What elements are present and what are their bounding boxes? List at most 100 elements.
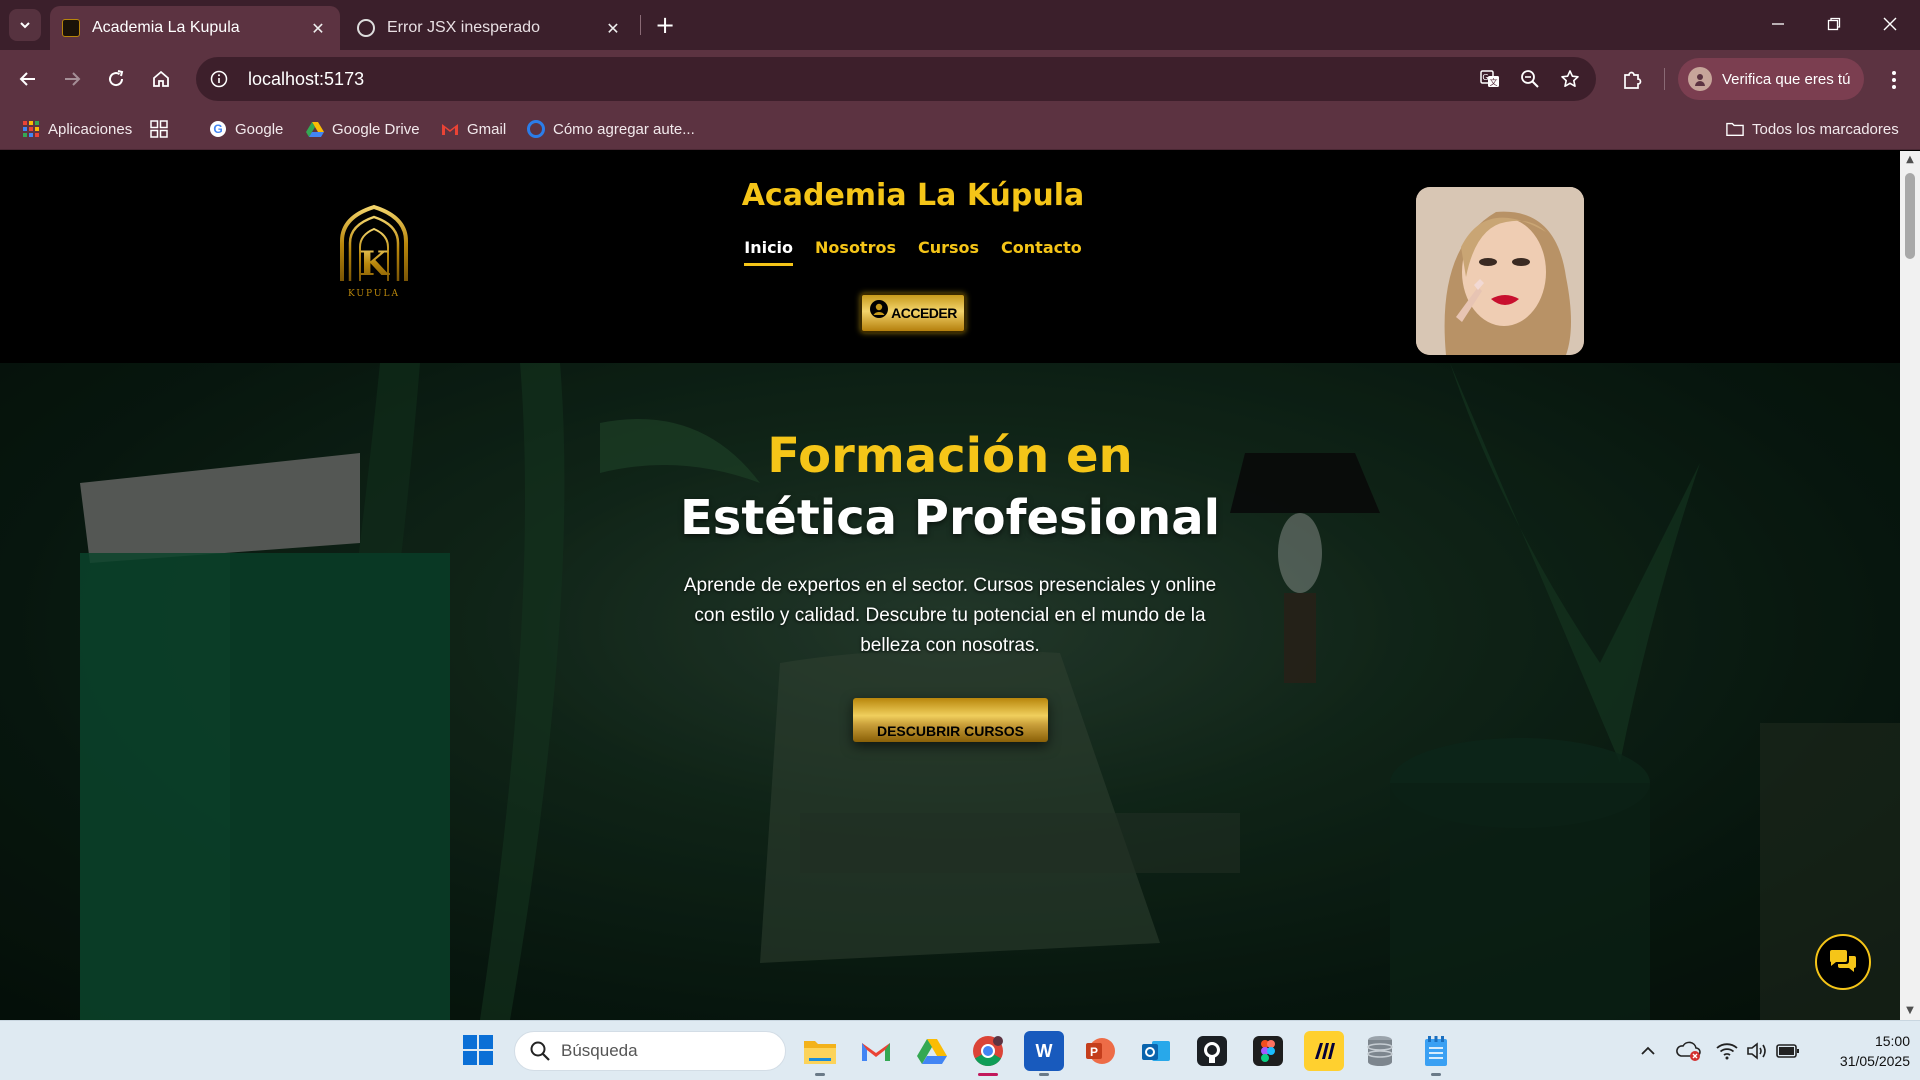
profile-avatar	[1688, 67, 1712, 91]
powerpoint-icon: P	[1086, 1038, 1115, 1064]
forward-button[interactable]	[54, 61, 90, 97]
svg-text:G: G	[1482, 73, 1488, 82]
bookmark-label: Gmail	[467, 120, 507, 138]
svg-text:G: G	[213, 122, 222, 136]
running-indicator	[978, 1073, 998, 1076]
tab-search-button[interactable]	[9, 9, 41, 41]
taskbar-chrome[interactable]	[968, 1031, 1008, 1076]
show-hidden-icons-button[interactable]	[1636, 1037, 1660, 1065]
onedrive-status[interactable]	[1674, 1037, 1704, 1065]
apps-grid-icon	[22, 120, 40, 138]
nav-link-inicio[interactable]: Inicio	[744, 238, 794, 266]
bookmark-google-drive[interactable]: Google Drive	[306, 116, 420, 142]
file-explorer-icon	[804, 1041, 836, 1064]
user-circle-icon	[870, 300, 889, 318]
back-button[interactable]	[10, 61, 46, 97]
nav-link-contacto[interactable]: Contacto	[1001, 238, 1082, 266]
scroll-up-icon[interactable]: ▲	[1905, 155, 1915, 165]
edge-icon	[527, 120, 545, 138]
notepad-icon	[1425, 1036, 1447, 1066]
word-icon: W	[1035, 1040, 1053, 1061]
zoom-button[interactable]	[1510, 59, 1550, 99]
page-scrollbar[interactable]: ▲ ▼	[1900, 151, 1920, 1020]
url-text[interactable]: localhost:5173	[248, 69, 1470, 90]
gmail-icon	[862, 1043, 890, 1061]
hero-section: Formación en Estética Profesional Aprend…	[0, 363, 1900, 1020]
taskbar-outlook[interactable]	[1136, 1031, 1176, 1071]
browser-menu-button[interactable]	[1876, 62, 1912, 98]
bookmark-como-agregar[interactable]: Cómo agregar aute...	[527, 116, 695, 142]
browser-tab-bar: Academia La Kupula ✕ Error JSX inesperad…	[0, 0, 1920, 50]
taskbar-google-drive[interactable]	[912, 1031, 952, 1071]
bookmarks-bar: Aplicaciones G Google Google Drive Gmail…	[0, 108, 1920, 246]
battery-charging-icon	[1776, 1044, 1799, 1058]
hero-title-line2: Estética Profesional	[679, 490, 1221, 546]
outlook-icon	[1142, 1041, 1170, 1061]
gmail-icon	[441, 120, 459, 138]
star-icon	[1561, 70, 1579, 87]
chat-bubbles-icon	[1830, 950, 1856, 972]
address-bar[interactable]: localhost:5173 文G	[196, 57, 1596, 101]
user-silhouette-icon	[1695, 74, 1705, 86]
nav-link-nosotros[interactable]: Nosotros	[815, 238, 896, 266]
wifi-status[interactable]	[1714, 1037, 1740, 1065]
close-icon	[1883, 17, 1897, 31]
all-bookmarks-button[interactable]: Todos los marcadores	[1726, 116, 1899, 142]
chat-button[interactable]	[1815, 934, 1871, 990]
new-tab-button[interactable]: +	[650, 10, 680, 40]
bookmark-gmail[interactable]: Gmail	[441, 116, 506, 142]
taskbar-database[interactable]	[1360, 1031, 1400, 1071]
close-window-button[interactable]	[1862, 0, 1918, 48]
bookmark-tab-groups[interactable]	[150, 116, 176, 142]
minimize-icon	[1772, 23, 1784, 25]
scrollbar-thumb[interactable]	[1905, 173, 1915, 259]
extensions-button[interactable]	[1614, 62, 1650, 98]
bookmark-google[interactable]: G Google	[209, 116, 283, 142]
all-bookmarks-label: Todos los marcadores	[1752, 120, 1899, 138]
taskbar-gmail[interactable]	[856, 1031, 896, 1071]
reload-button[interactable]	[98, 61, 134, 97]
taskbar-file-explorer[interactable]	[800, 1031, 840, 1076]
hero-title: Formación en Estética Profesional	[0, 425, 1900, 549]
taskbar-clock[interactable]: 15:00 31/05/2025	[1810, 1031, 1910, 1071]
clock-time: 15:00	[1874, 1033, 1910, 1049]
battery-status[interactable]	[1774, 1037, 1802, 1065]
scroll-down-icon[interactable]: ▼	[1905, 1006, 1915, 1016]
nav-link-cursos[interactable]: Cursos	[918, 238, 979, 266]
folder-icon	[1726, 120, 1744, 138]
portrait-image	[1416, 187, 1584, 355]
minimize-button[interactable]	[1750, 0, 1806, 48]
translate-button[interactable]: 文G	[1470, 59, 1510, 99]
running-indicator	[1431, 1073, 1441, 1076]
close-tab-icon[interactable]: ✕	[603, 18, 623, 38]
translate-icon: 文G	[1480, 70, 1499, 87]
wifi-icon	[1716, 1043, 1738, 1060]
tab-academia[interactable]: Academia La Kupula ✕	[50, 6, 340, 50]
taskbar-figma[interactable]	[1248, 1031, 1288, 1071]
tab-groups-icon	[150, 120, 168, 138]
start-button[interactable]	[462, 1034, 494, 1066]
volume-status[interactable]	[1744, 1037, 1770, 1065]
taskbar-notepad[interactable]	[1416, 1031, 1456, 1076]
site-info-button[interactable]	[204, 64, 234, 94]
hero-title-line1: Formación en	[767, 428, 1133, 484]
speaker-icon	[1747, 1042, 1766, 1060]
tab-separator	[640, 15, 641, 35]
chevron-up-icon	[1641, 1046, 1655, 1055]
taskbar-powerpoint[interactable]: P	[1080, 1031, 1120, 1071]
bookmark-apps[interactable]: Aplicaciones	[22, 116, 132, 142]
taskbar-search-box[interactable]: Búsqueda	[514, 1031, 786, 1071]
acceder-button[interactable]: ACCEDER	[860, 293, 966, 333]
taskbar-miro[interactable]	[1304, 1031, 1344, 1071]
restore-button[interactable]	[1806, 0, 1862, 48]
taskbar-github[interactable]	[1192, 1031, 1232, 1071]
bookmark-star-button[interactable]	[1550, 59, 1590, 99]
profile-verify-chip[interactable]: Verifica que eres tú	[1678, 58, 1864, 100]
taskbar-word[interactable]: W	[1024, 1031, 1064, 1076]
instructor-photo	[1416, 187, 1584, 355]
tab-error-jsx[interactable]: Error JSX inesperado ✕	[345, 6, 635, 50]
chrome-icon	[973, 1036, 1003, 1067]
close-tab-icon[interactable]: ✕	[308, 18, 328, 38]
home-button[interactable]	[143, 61, 179, 97]
descubrir-cursos-button[interactable]: DESCUBRIR CURSOS	[853, 698, 1048, 742]
